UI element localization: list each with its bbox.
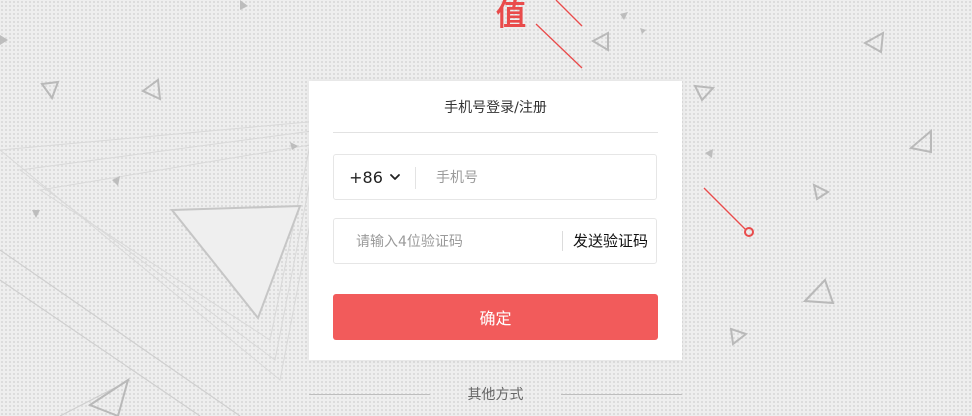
chevron-down-icon (389, 174, 400, 180)
brand-logo-fragment: 值 (496, 0, 526, 33)
phone-field: +86 (333, 154, 657, 201)
other-methods-divider: 其他方式 (309, 383, 682, 405)
field-divider (562, 231, 563, 251)
field-divider (415, 167, 416, 189)
phone-input[interactable] (434, 155, 653, 201)
country-code-selector[interactable]: +86 (334, 155, 416, 199)
login-title-bar: 手机号登录/注册 (333, 81, 658, 133)
verification-code-input[interactable] (354, 219, 558, 265)
send-code-button[interactable]: 发送验证码 (573, 219, 648, 263)
verification-code-field: 发送验证码 (333, 218, 657, 265)
confirm-button[interactable]: 确定 (333, 294, 658, 340)
login-title: 手机号登录/注册 (444, 100, 547, 116)
country-code: +86 (349, 167, 383, 187)
divider-line (561, 394, 682, 395)
login-card: 手机号登录/注册 +86 发送验证码 确定 (309, 81, 682, 360)
